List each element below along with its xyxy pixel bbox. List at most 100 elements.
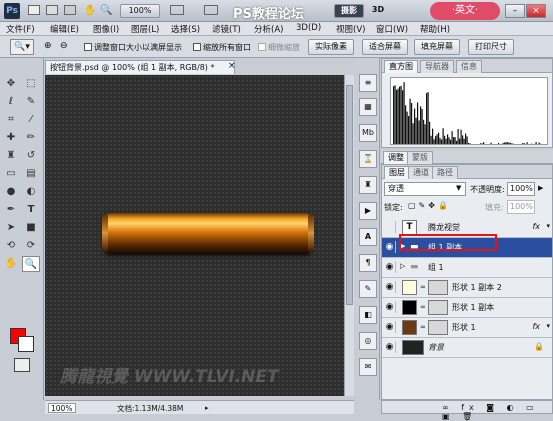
fill-input[interactable]: 100% [507, 200, 535, 214]
move-icon[interactable]: ✥ [2, 76, 20, 92]
menu-analysis[interactable]: 分析(A) [254, 23, 283, 35]
scrubby-zoom-option[interactable]: 细微缩放 [258, 42, 300, 53]
eraser-icon[interactable]: ▭ [2, 166, 20, 182]
zoom-status-input[interactable]: 100% [48, 403, 76, 413]
mini-bridge-panel-icon[interactable]: Mb [359, 124, 377, 142]
3d-camera-icon[interactable]: ⟳ [22, 238, 40, 254]
paragraph-panel-icon[interactable]: ¶ [359, 254, 377, 272]
eye-icon[interactable]: ◉ [384, 261, 396, 273]
layer-row-shape-copy[interactable]: ◉ ∞ 形状 1 副本 [382, 298, 552, 318]
zoom-all-option[interactable]: 缩放所有窗口 [193, 42, 251, 53]
brush-icon[interactable]: ✏ [22, 130, 40, 146]
tab-layers[interactable]: 图层 [384, 166, 410, 179]
scrubby-zoom-checkbox[interactable] [258, 43, 266, 51]
print-size-button[interactable]: 打印尺寸 [468, 39, 514, 55]
layer-row-background[interactable]: ◉ 背景 🔒 [382, 338, 552, 358]
expand-icon[interactable]: ▾ [546, 322, 550, 330]
background-color-swatch[interactable] [18, 336, 34, 352]
resize-windows-option[interactable]: 调整窗口大小以满屏显示 [84, 42, 182, 53]
3d-panel-icon[interactable]: ◎ [359, 332, 377, 350]
workspace-photography-button[interactable]: 摄影 [334, 4, 364, 18]
zoom-icon[interactable]: 🔍 [22, 256, 40, 272]
menu-3d[interactable]: 3D(D) [296, 23, 321, 33]
fit-screen-button[interactable]: 适合屏幕 [362, 39, 408, 55]
notes-panel-icon[interactable]: ✉ [359, 358, 377, 376]
fill-screen-button[interactable]: 填充屏幕 [414, 39, 460, 55]
zoom-all-checkbox[interactable] [193, 43, 201, 51]
lock-icons[interactable]: ▢✎✥🔒 [408, 201, 451, 210]
zoom-level-select[interactable]: 100% [120, 4, 160, 18]
tab-navigator[interactable]: 导航器 [420, 60, 454, 73]
eye-icon[interactable]: ◉ [384, 301, 396, 313]
lasso-icon[interactable]: ℓ [2, 94, 20, 110]
close-button[interactable]: × [526, 4, 546, 18]
menu-edit[interactable]: 编辑(E) [50, 23, 79, 35]
view-extras-icon[interactable] [64, 5, 76, 15]
screen-mode-icon[interactable] [204, 5, 218, 15]
crop-icon[interactable]: ⌗ [2, 112, 20, 128]
tool-presets-panel-icon[interactable]: ✎ [359, 280, 377, 298]
menu-filter[interactable]: 滤镜(T) [212, 23, 241, 35]
eye-icon[interactable]: ◉ [384, 281, 396, 293]
vertical-scrollbar[interactable] [344, 75, 354, 396]
menu-view[interactable]: 视图(V) [336, 23, 365, 35]
bridge-icon[interactable] [28, 5, 40, 15]
blur-icon[interactable]: ● [2, 184, 20, 200]
quick-select-icon[interactable]: ✎ [22, 94, 40, 110]
resize-windows-checkbox[interactable] [84, 43, 92, 51]
quick-mask-icon[interactable] [14, 358, 30, 372]
blend-mode-select[interactable]: 穿透 [384, 182, 466, 196]
layer-row-shape-copy2[interactable]: ◉ ∞ 形状 1 副本 2 [382, 278, 552, 298]
marquee-icon[interactable]: ⬚ [22, 76, 40, 92]
tab-histogram[interactable]: 直方图 [384, 60, 418, 73]
path-select-icon[interactable]: ➤ [2, 220, 20, 236]
fx-icon[interactable]: fx [532, 222, 540, 231]
eye-icon[interactable]: ◉ [384, 241, 396, 253]
brush-panel-icon[interactable]: ▦ [359, 98, 377, 116]
clone-source-panel-icon[interactable]: ♜ [359, 176, 377, 194]
clone-stamp-icon[interactable]: ♜ [2, 148, 20, 164]
history-brush-icon[interactable]: ↺ [22, 148, 40, 164]
tool-preset-icon[interactable]: 🔍▾ [10, 39, 34, 55]
dodge-icon[interactable]: ◐ [22, 184, 40, 200]
layer-actions[interactable]: ∞ fx ◙ ◐ ▭ ▣ 🗑 [442, 403, 552, 421]
scrollbar-thumb[interactable] [346, 85, 353, 305]
opacity-arrow-icon[interactable]: ▶ [538, 184, 543, 192]
close-tab-icon[interactable]: × [228, 61, 236, 71]
document-tab[interactable]: 按钮背景.psd @ 100% (组 1 副本, RGB/8) * [45, 60, 235, 74]
workspace-3d-button[interactable]: 3D [368, 4, 388, 18]
actions-panel-icon[interactable]: ▶ [359, 202, 377, 220]
3d-rotate-icon[interactable]: ⟲ [2, 238, 20, 254]
status-arrow-icon[interactable]: ▸ [205, 404, 209, 412]
layer-row-shape[interactable]: ◉ ∞ 形状 1 fx ▾ [382, 318, 552, 338]
menu-select[interactable]: 选择(S) [171, 23, 200, 35]
zoom-tool-icon[interactable]: 🔍 [100, 5, 112, 16]
menu-help[interactable]: 帮助(H) [420, 23, 450, 35]
mini-bridge-icon[interactable] [46, 5, 58, 15]
minimize-button[interactable]: – [505, 4, 525, 18]
zoom-out-icon[interactable]: ⊖ [60, 41, 68, 51]
tab-info[interactable]: 信息 [456, 60, 482, 73]
hand-icon[interactable]: ✋ [84, 5, 96, 16]
expand-icon[interactable]: ▾ [546, 222, 550, 230]
character-panel-icon[interactable]: A [359, 228, 377, 246]
type-icon[interactable]: T [22, 202, 40, 218]
zoom-in-icon[interactable]: ⊕ [44, 41, 52, 51]
bridge-panel-icon[interactable]: ≡ [359, 74, 377, 92]
menu-window[interactable]: 窗口(W) [376, 23, 408, 35]
opacity-input[interactable]: 100% [507, 182, 535, 196]
eye-icon[interactable]: ◉ [384, 341, 396, 353]
history-panel-icon[interactable]: ⌛ [359, 150, 377, 168]
menu-file[interactable]: 文件(F) [6, 23, 35, 35]
menu-image[interactable]: 图像(I) [93, 23, 119, 35]
chevron-down-icon[interactable]: ▼ [456, 184, 461, 192]
tab-channels[interactable]: 通道 [408, 166, 434, 179]
expand-arrow-icon[interactable]: ▷ [400, 262, 405, 270]
fx-badge[interactable]: fx [532, 322, 540, 331]
tab-masks[interactable]: 蒙版 [407, 151, 433, 164]
visibility-empty[interactable] [384, 221, 396, 233]
healing-icon[interactable]: ✚ [2, 130, 20, 146]
layer-comps-panel-icon[interactable]: ◧ [359, 306, 377, 324]
eyedropper-icon[interactable]: ⁄ [22, 112, 40, 128]
shape-icon[interactable]: ■ [22, 220, 40, 236]
